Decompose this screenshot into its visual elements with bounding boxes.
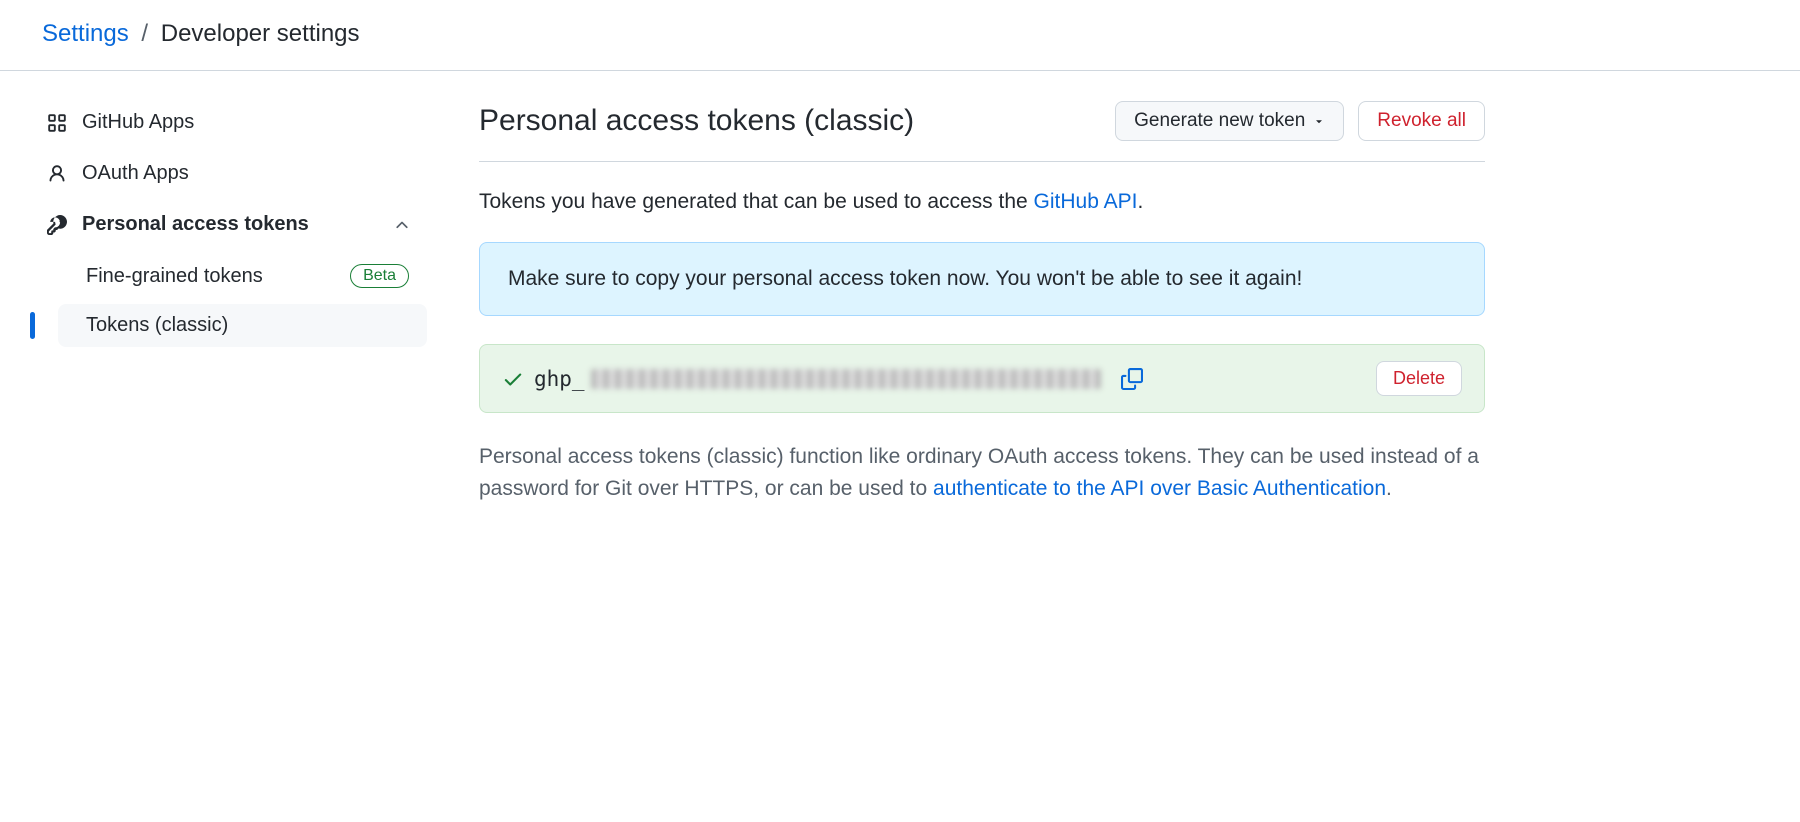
token-prefix: ghp_ <box>534 367 585 391</box>
github-api-link[interactable]: GitHub API <box>1034 190 1138 213</box>
breadcrumb-current: Developer settings <box>161 20 360 47</box>
sidebar-item-github-apps[interactable]: GitHub Apps <box>30 101 427 144</box>
sidebar-item-label: Personal access tokens <box>82 213 309 236</box>
sidebar-item-fine-grained-tokens[interactable]: Fine-grained tokens Beta <box>58 254 427 298</box>
breadcrumb: Settings / Developer settings <box>0 0 1800 71</box>
check-icon <box>502 368 524 390</box>
page-header: Personal access tokens (classic) Generat… <box>479 101 1485 162</box>
main-content: Personal access tokens (classic) Generat… <box>445 101 1545 504</box>
apps-icon <box>46 112 68 134</box>
person-icon <box>46 163 68 185</box>
revoke-all-button[interactable]: Revoke all <box>1358 101 1485 141</box>
token-blurred <box>591 369 1101 389</box>
key-icon <box>46 214 68 236</box>
breadcrumb-separator: / <box>141 20 148 47</box>
generate-new-token-button[interactable]: Generate new token <box>1115 101 1344 141</box>
button-label: Generate new token <box>1134 110 1305 132</box>
sidebar-item-oauth-apps[interactable]: OAuth Apps <box>30 152 427 195</box>
sidebar-item-tokens-classic[interactable]: Tokens (classic) <box>58 304 427 347</box>
sidebar-item-label: Tokens (classic) <box>86 314 228 337</box>
breadcrumb-root[interactable]: Settings <box>42 20 129 47</box>
sidebar-item-label: GitHub Apps <box>82 111 194 134</box>
copy-token-warning: Make sure to copy your personal access t… <box>479 242 1485 316</box>
help-text: Personal access tokens (classic) functio… <box>479 441 1485 504</box>
beta-badge: Beta <box>350 264 409 288</box>
chevron-up-icon <box>393 216 411 234</box>
basic-auth-link[interactable]: authenticate to the API over Basic Authe… <box>933 477 1386 500</box>
copy-icon[interactable] <box>1121 368 1143 390</box>
sidebar: GitHub Apps OAuth Apps Personal access t… <box>0 101 445 504</box>
sidebar-item-personal-access-tokens[interactable]: Personal access tokens <box>30 203 427 246</box>
delete-token-button[interactable]: Delete <box>1376 361 1462 396</box>
sidebar-item-label: Fine-grained tokens <box>86 265 263 288</box>
tokens-description: Tokens you have generated that can be us… <box>479 190 1485 214</box>
caret-down-icon <box>1313 115 1325 127</box>
sidebar-item-label: OAuth Apps <box>82 162 189 185</box>
token-value: ghp_ <box>534 367 1107 391</box>
token-row: ghp_ Delete <box>479 344 1485 413</box>
flash-message: Make sure to copy your personal access t… <box>508 267 1302 290</box>
page-title: Personal access tokens (classic) <box>479 104 1115 138</box>
